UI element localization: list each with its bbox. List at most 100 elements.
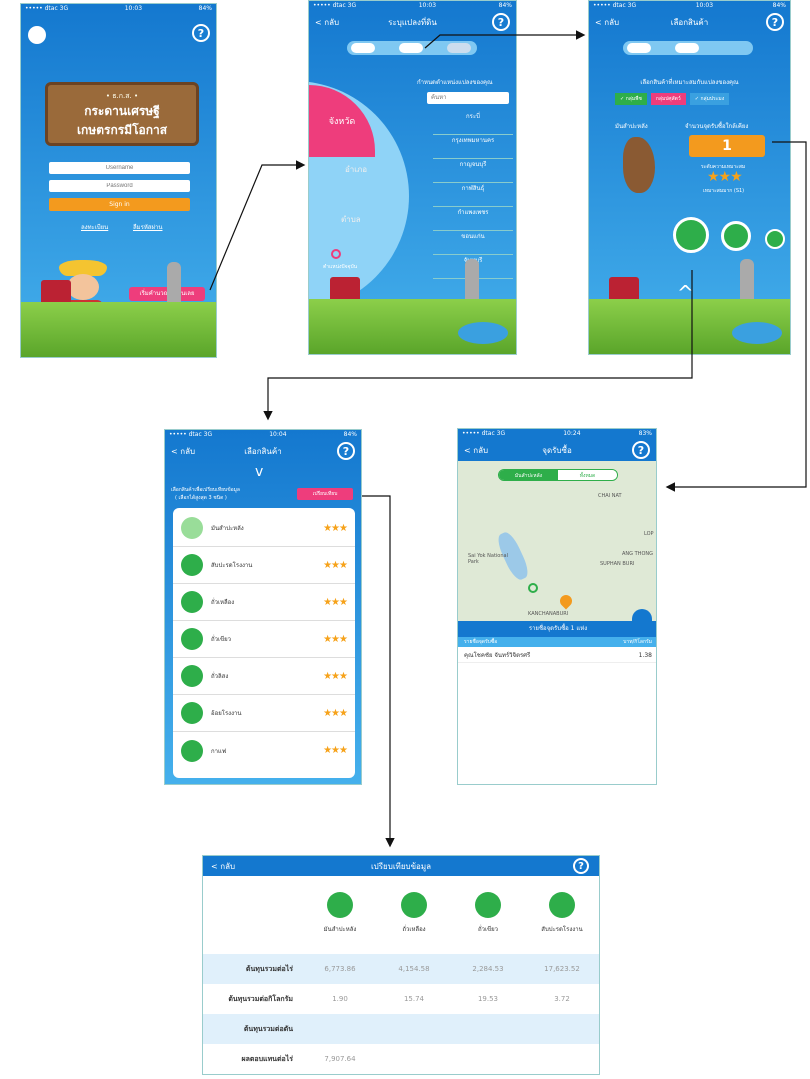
product-icon-partial[interactable] [765, 229, 785, 249]
pond [458, 322, 508, 344]
peanut-icon [181, 665, 203, 687]
status-bar: ••••• dtac 3G 10:03 84% [25, 5, 212, 12]
help-icon[interactable]: ? [573, 858, 589, 874]
pineapple-icon [549, 892, 575, 918]
current-location-label: ตำแหน่งปัจจุบัน [323, 264, 358, 270]
username-input[interactable] [49, 162, 190, 174]
tab-all[interactable]: ทั้งหมด [558, 470, 617, 480]
help-icon[interactable]: ? [766, 13, 784, 31]
back-button[interactable]: < กลับ [211, 860, 235, 873]
tab-cassava[interactable]: มันสำปะหลัง [499, 470, 558, 480]
table-row: ผลตอบแทนต่อไร่ 7,907.64 [241, 1054, 356, 1064]
location-screen: ••••• dtac 3G 10:03 84% < กลับ ระบุแปลงที่… [308, 0, 517, 355]
list-item[interactable]: อ้อยโรงงาน ★★★ [173, 695, 355, 732]
product-name: มันสำปะหลัง [615, 123, 648, 130]
password-input[interactable] [49, 180, 190, 192]
summary-bar: รายชื่อจุดรับซื้อ 1 แห่ง [458, 621, 656, 637]
filter-bar: ✓ กลุ่มพืช กลุ่มปศุสัตว์ ✓ กลุ่มประมง [615, 93, 730, 105]
help-icon[interactable]: ? [337, 442, 355, 460]
flow-diagram: ••••• dtac 3G 10:03 84% ? • ธ.ก.ส. • กระดา… [0, 0, 810, 1079]
table-row[interactable]: คุณโชคชัย จันทร์วิจิตรศรี 1.38 [458, 649, 656, 663]
back-button[interactable]: < กลับ [171, 445, 195, 458]
pineapple-icon [181, 554, 203, 576]
page-title: จุดรับซื้อ [542, 445, 572, 455]
page-title: เลือกสินค้า [670, 17, 709, 27]
list-item[interactable]: มันสำปะหลัง ★★★ [173, 510, 355, 547]
crop-header: มันสำปะหลัง ถั่วเหลือง ถั่วเขียว สับปะรด… [303, 886, 599, 934]
list-item[interactable]: กรุงเทพมหานคร [433, 135, 513, 159]
sugarcane-icon [181, 702, 203, 724]
login-button[interactable]: Sign in [49, 198, 190, 211]
filter-fishery[interactable]: ✓ กลุ่มประมง [689, 93, 730, 105]
collapse-down-icon[interactable]: v [255, 464, 263, 480]
back-button[interactable]: < กลับ [464, 444, 488, 457]
product-icon-pineapple[interactable] [721, 221, 751, 251]
table-header: รายชื่อจุดรับซื้อ บาท/กิโลกรัม [458, 637, 656, 647]
filter-livestock[interactable]: กลุ่มปศุสัตว์ [650, 93, 686, 105]
product-icon-cassava[interactable] [673, 217, 709, 253]
pond [732, 322, 782, 344]
wheel-district[interactable]: อำเภอ [345, 163, 367, 176]
nav-bar: < กลับ ระบุแปลงที่ดิน ? [309, 11, 516, 33]
map-view[interactable]: มันสำปะหลัง ทั้งหมด CHAI NAT SUPHAN BURI… [458, 461, 656, 621]
map-label: KANCHANABURI [528, 611, 569, 617]
list-item[interactable]: กาฬสินธุ์ [433, 183, 513, 207]
hint-text: เลือกสินค้าที่เหมาะสมกับแปลงของคุณ [640, 79, 739, 86]
map-label: LOP [644, 531, 654, 537]
nav-bar: < กลับ เปรียบเทียบข้อมูล ? [203, 856, 599, 876]
step-indicator [623, 41, 753, 55]
back-button[interactable]: < กลับ [315, 16, 339, 29]
table-row: ต้นทุนรวมต่อตัน [203, 1014, 599, 1044]
nav-bar: < กลับ เลือกสินค้า ? [165, 440, 361, 462]
forgot-password-link[interactable]: ลืมรหัสผ่าน [133, 222, 162, 232]
page-title: เปรียบเทียบข้อมูล [370, 861, 432, 871]
buyers-count-button[interactable]: 1 [689, 135, 765, 157]
register-link[interactable]: ลงทะเบียน [81, 222, 108, 232]
suitability-value: เหมาะสมมาก (S1) [703, 188, 745, 194]
product-list: มันสำปะหลัง ★★★ สับปะรดโรงงาน ★★★ ถั่วเหลื… [173, 508, 355, 778]
compare-button[interactable]: เปรียบเทียบ [297, 488, 353, 500]
list-item[interactable]: ถั่วเขียว ★★★ [173, 621, 355, 658]
nav-bar: < กลับ จุดรับซื้อ ? [458, 439, 656, 461]
buyer-pin-icon[interactable] [528, 583, 538, 593]
back-button[interactable]: < กลับ [595, 16, 619, 29]
hint-text: เลือกสินค้าเพื่อเปรียบเทียบข้อมูล [171, 487, 240, 493]
status-bar: ••••• dtac 3G 10:04 84% [169, 431, 357, 438]
suitability-stars: ★★★ [707, 169, 743, 185]
list-item[interactable]: กาแฟ ★★★ [173, 732, 355, 769]
search-input[interactable] [427, 92, 509, 104]
help-icon[interactable]: ? [492, 13, 510, 31]
collapse-map-icon[interactable] [632, 609, 652, 621]
login-screen: ••••• dtac 3G 10:03 84% ? • ธ.ก.ส. • กระดา… [20, 3, 217, 358]
mungbean-icon [475, 892, 501, 918]
soybean-icon [401, 892, 427, 918]
menu-icon[interactable] [28, 26, 46, 44]
step-indicator [347, 41, 477, 55]
status-bar: ••••• dtac 3G 10:03 84% [313, 2, 512, 9]
list-item[interactable]: กำแพงเพชร [433, 207, 513, 231]
hint-text: กำหนดตำแหน่งแปลงของคุณ [417, 79, 493, 86]
current-location-icon[interactable] [331, 249, 341, 259]
sign-small-text: • ธ.ก.ส. • [105, 92, 139, 100]
wheel-subdistrict[interactable]: ตำบล [341, 213, 361, 226]
map-tabs: มันสำปะหลัง ทั้งหมด [498, 469, 618, 481]
location-pin-icon[interactable] [557, 592, 575, 610]
help-icon[interactable]: ? [632, 441, 650, 459]
mungbean-icon [181, 628, 203, 650]
wheel-province[interactable]: จังหวัด [309, 85, 375, 157]
help-icon[interactable]: ? [192, 24, 210, 42]
table-row: ต้นทุนรวมต่อไร่ 6,773.86 4,154.58 2,284.… [203, 954, 599, 984]
filter-plants[interactable]: ✓ กลุ่มพืช [615, 93, 647, 105]
list-item[interactable]: กระบี่ [433, 111, 513, 135]
list-item[interactable]: สับปะรดโรงงาน ★★★ [173, 547, 355, 584]
buyers-label: จำนวนจุดรับซื้อใกล้เคียง [685, 123, 749, 130]
list-item[interactable]: ถั่วลิสง ★★★ [173, 658, 355, 695]
status-bar: ••••• dtac 3G 10:24 83% [458, 429, 656, 439]
list-item[interactable]: ขอนแก่น [433, 231, 513, 255]
map-label: ANG THONG [622, 551, 653, 557]
hint-subtext: ( เลือกได้สูงสุด 3 ชนิด ) [175, 495, 227, 501]
sign-title-line2: เกษตรกรมีโอกาส [76, 123, 168, 137]
map-label: SUPHAN BURI [600, 561, 635, 567]
list-item[interactable]: ถั่วเหลือง ★★★ [173, 584, 355, 621]
list-item[interactable]: กาญจนบุรี [433, 159, 513, 183]
